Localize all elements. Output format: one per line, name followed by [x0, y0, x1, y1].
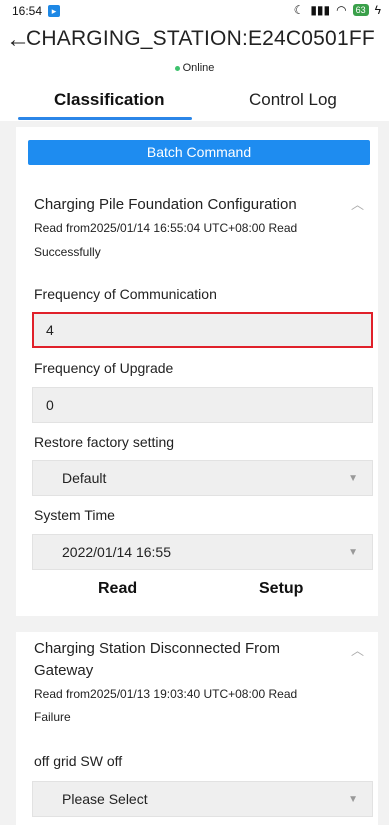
system-time-value: 2022/01/14 16:55 [62, 544, 171, 560]
status-time: 16:54 [12, 4, 43, 18]
freq-upgrade-label: Frequency of Upgrade [34, 360, 174, 376]
dropdown-caret-icon: ▼ [348, 794, 358, 805]
card-title: Charging Pile Foundation Configuration [34, 196, 297, 213]
tab-control-log[interactable]: Control Log [249, 90, 337, 110]
card-title-continued: Gateway [34, 662, 94, 679]
dropdown-caret-icon: ▼ [348, 473, 358, 484]
system-time-select[interactable]: 2022/01/14 16:55 ▼ [32, 534, 373, 570]
online-status-text: Online [182, 62, 215, 74]
battery-icon: 63 [352, 4, 369, 16]
card-actions: Read Setup [16, 580, 378, 608]
offgrid-label: off grid SW off [34, 753, 123, 769]
chevron-up-icon[interactable]: ︿ [351, 640, 364, 659]
active-tab-indicator [18, 117, 192, 120]
page-title: CHARGING_STATION:E24C0501FF [26, 27, 375, 50]
setup-button[interactable]: Setup [259, 580, 303, 598]
restore-label: Restore factory setting [34, 434, 175, 450]
read-button[interactable]: Read [98, 580, 137, 598]
restore-select[interactable]: Default ▼ [32, 460, 373, 496]
freq-upgrade-input[interactable]: 0 [32, 387, 373, 423]
tab-classification[interactable]: Classification [54, 90, 165, 110]
restore-select-value: Default [62, 470, 107, 486]
top-bar: 16:54 ▸ ☾ ▮▮▮ ◠ 63 ϟ ← CHARGING_STATION:… [0, 0, 389, 121]
foundation-config-card: Charging Pile Foundation Configuration ︿… [16, 180, 378, 616]
freq-comm-input[interactable]: 4 [32, 312, 373, 348]
online-status: Online [0, 62, 389, 74]
card-title: Charging Station Disconnected From [34, 640, 280, 657]
disconnected-gateway-card: Charging Station Disconnected From Gatew… [16, 632, 378, 825]
offgrid-select-value: Please Select [62, 791, 148, 807]
read-status: Successfully [34, 245, 101, 259]
read-info: Read from2025/01/13 19:03:40 UTC+08:00 R… [34, 687, 298, 701]
tab-bar: Classification Control Log [0, 82, 389, 121]
read-info: Read from2025/01/14 16:55:04 UTC+08:00 R… [34, 221, 298, 235]
chevron-up-icon[interactable]: ︿ [351, 194, 364, 213]
app-notification-icon: ▸ [48, 5, 60, 17]
title-bar: ← CHARGING_STATION:E24C0501FF [0, 24, 389, 56]
alarm-icon: ☾ [293, 3, 305, 17]
online-dot-icon [174, 65, 180, 71]
batch-command-button[interactable]: Batch Command [28, 140, 370, 165]
freq-comm-label: Frequency of Communication [34, 286, 217, 302]
dropdown-caret-icon: ▼ [348, 547, 358, 558]
status-bar: 16:54 ▸ ☾ ▮▮▮ ◠ 63 ϟ [0, 0, 389, 22]
system-time-label: System Time [34, 507, 115, 523]
charging-bolt-icon: ϟ [374, 3, 381, 17]
wifi-icon: ◠ [336, 3, 347, 17]
signal-icon: ▮▮▮ [310, 3, 331, 17]
read-status: Failure [34, 710, 71, 724]
offgrid-select[interactable]: Please Select ▼ [32, 781, 373, 817]
status-icons: ☾ ▮▮▮ ◠ 63 ϟ [294, 3, 381, 17]
